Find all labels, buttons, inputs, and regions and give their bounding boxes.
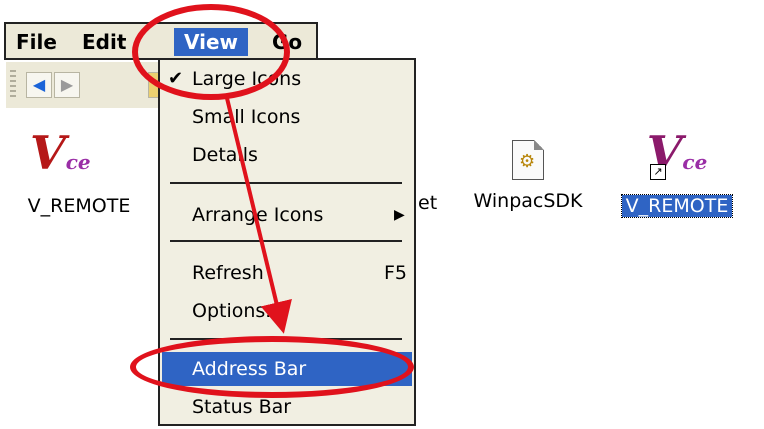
- annotation-arrow: [224, 93, 292, 334]
